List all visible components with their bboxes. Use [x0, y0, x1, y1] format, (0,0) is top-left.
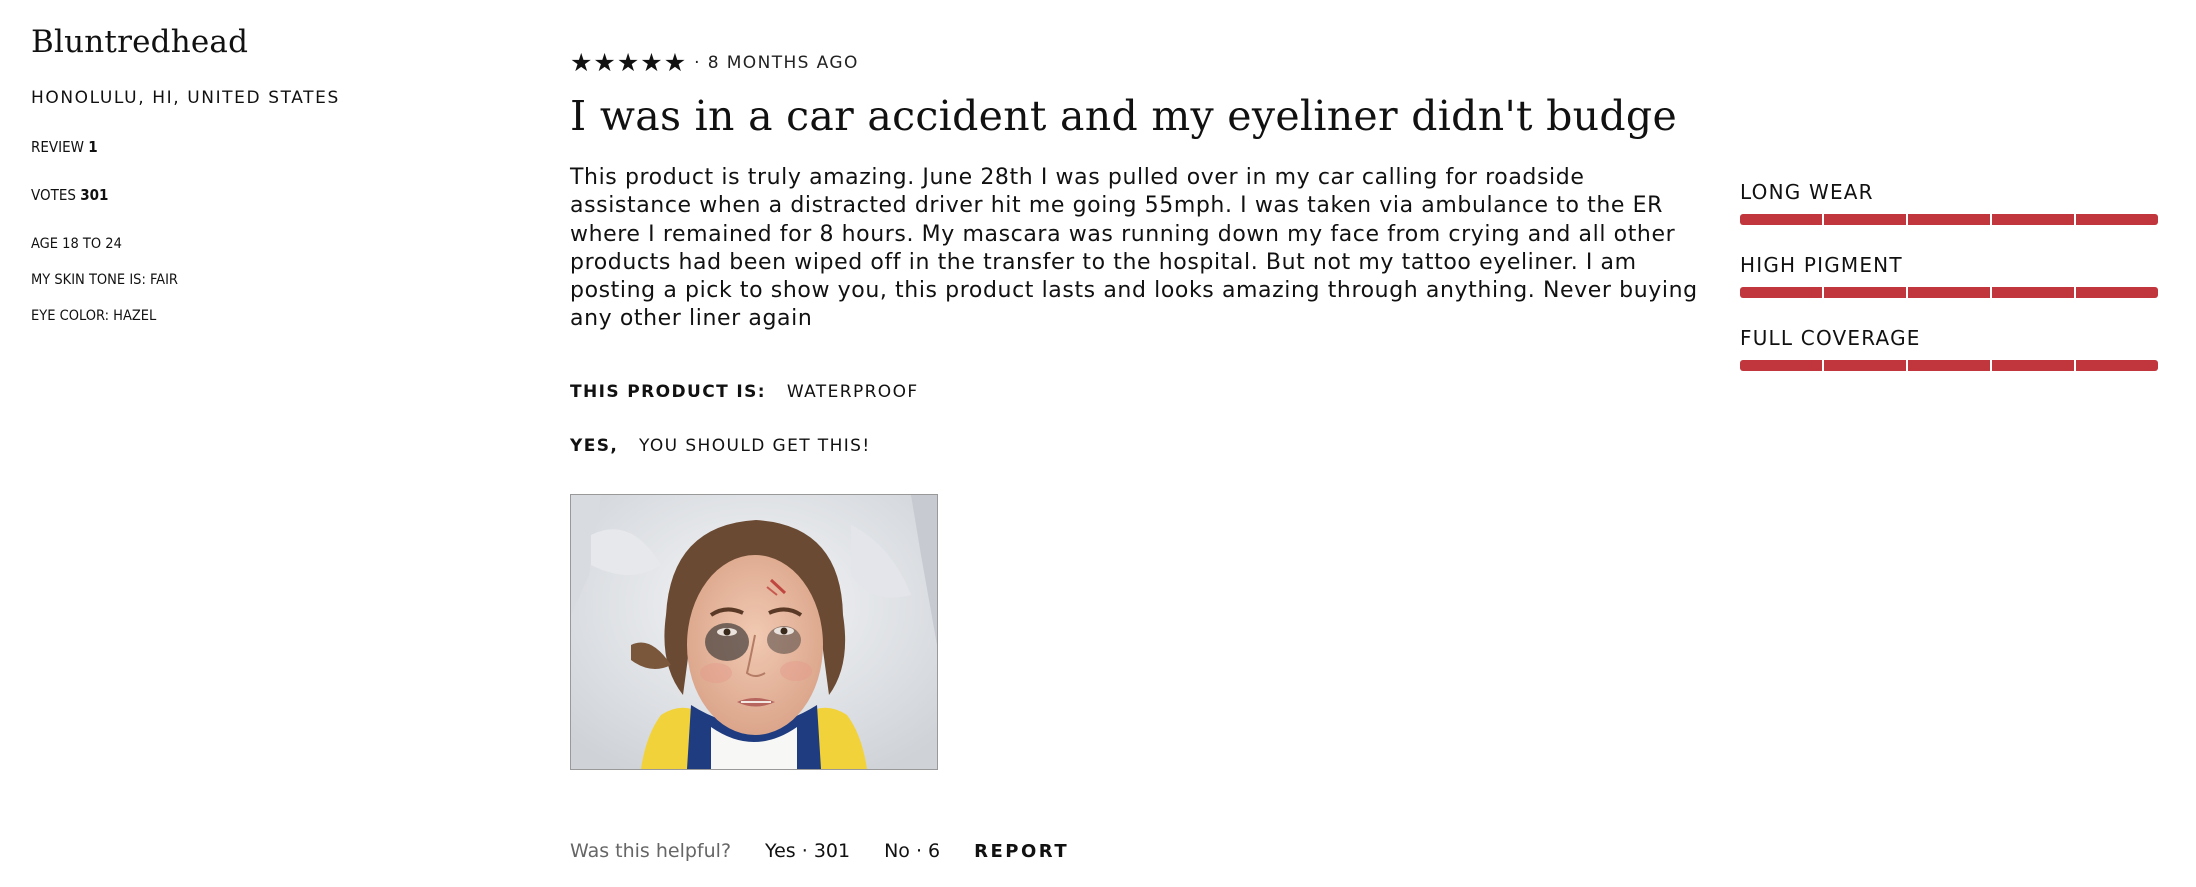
star-icon: ★: [616, 49, 640, 77]
review-body: This product is truly amazing. June 28th…: [570, 165, 1698, 332]
product-is-label: THIS PRODUCT IS:: [570, 381, 766, 402]
star-rating: ★ ★ ★ ★ ★: [570, 50, 686, 76]
attribute-bar-segment: [1992, 287, 2076, 298]
attribute-label: HIGH PIGMENT: [1740, 253, 1903, 277]
star-icon: ★: [570, 49, 593, 77]
attribute-bar-segment: [1824, 214, 1908, 225]
star-icon: ★: [663, 49, 687, 77]
attribute-bar-segment: [1740, 214, 1824, 225]
review-photo-image: [571, 495, 937, 769]
reviewer-eye-color: EYE COLOR: HAZEL: [31, 308, 157, 324]
review-count-value: 1: [88, 138, 98, 156]
attribute-label: LONG WEAR: [1740, 180, 1874, 204]
product-is-value: WATERPROOF: [786, 381, 919, 402]
attribute-bar: [1740, 360, 2158, 371]
recommendation-line: YES, YOU SHOULD GET THIS!: [570, 436, 1700, 456]
attribute-label: FULL COVERAGE: [1740, 326, 1921, 350]
votes-label: VOTES: [31, 186, 76, 204]
reviewer-votes: VOTES 301: [31, 186, 431, 204]
rating-line: ★ ★ ★ ★ ★ · 8 MONTHS AGO: [570, 50, 1700, 76]
reviewer-review-count: REVIEW 1: [31, 138, 431, 156]
reviewer-skin-tone: MY SKIN TONE IS: FAIR: [31, 272, 178, 288]
attribute-bar-segment: [2076, 287, 2158, 298]
attribute-bar-segment: [1908, 214, 1992, 225]
vote-yes-button[interactable]: Yes · 301: [765, 840, 850, 862]
helpful-vote-bar: Was this helpful? Yes · 301 No · 6 REPOR…: [570, 840, 1069, 862]
reviewer-profile: Bluntredhead HONOLULU, HI, UNITED STATES…: [31, 24, 431, 344]
attribute-ratings: LONG WEAR HIGH PIGMENT FULL COVERAGE: [1740, 180, 2158, 399]
attribute-bar-segment: [1824, 287, 1908, 298]
star-icon: ★: [640, 49, 663, 77]
attribute-bar-segment: [1824, 360, 1908, 371]
recommend-value: YOU SHOULD GET THIS!: [639, 435, 871, 456]
attribute-bar-segment: [1740, 287, 1824, 298]
report-button[interactable]: REPORT: [974, 841, 1069, 862]
attribute-high-pigment: HIGH PIGMENT: [1740, 253, 2158, 298]
review-title: I was in a car accident and my eyeliner …: [570, 92, 1678, 140]
reviewer-location: HONOLULU, HI, UNITED STATES: [31, 88, 340, 108]
attribute-bar-segment: [1908, 360, 1992, 371]
review-content: ★ ★ ★ ★ ★ · 8 MONTHS AGO I was in a car …: [570, 50, 1700, 456]
review-count-label: REVIEW: [31, 138, 84, 156]
attribute-bar-segment: [1992, 214, 2076, 225]
attribute-bar-segment: [2076, 360, 2158, 371]
attribute-bar-segment: [1992, 360, 2076, 371]
attribute-full-coverage: FULL COVERAGE: [1740, 326, 2158, 371]
helpful-question: Was this helpful?: [570, 840, 732, 862]
attribute-long-wear: LONG WEAR: [1740, 180, 2158, 225]
reviewer-name[interactable]: Bluntredhead: [31, 24, 431, 60]
star-icon: ★: [593, 49, 616, 77]
attribute-bar-segment: [1908, 287, 1992, 298]
review-timestamp: · 8 MONTHS AGO: [694, 53, 859, 73]
review-photo[interactable]: [570, 494, 938, 770]
vote-no-button[interactable]: No · 6: [884, 840, 940, 862]
attribute-bar-segment: [2076, 214, 2158, 225]
votes-value: 301: [80, 186, 109, 204]
product-attribute-line: THIS PRODUCT IS: WATERPROOF: [570, 382, 1700, 402]
attribute-bar-segment: [1740, 360, 1824, 371]
recommend-label: YES,: [570, 435, 619, 456]
attribute-bar: [1740, 214, 2158, 225]
attribute-bar: [1740, 287, 2158, 298]
reviewer-age: AGE 18 TO 24: [31, 236, 122, 252]
